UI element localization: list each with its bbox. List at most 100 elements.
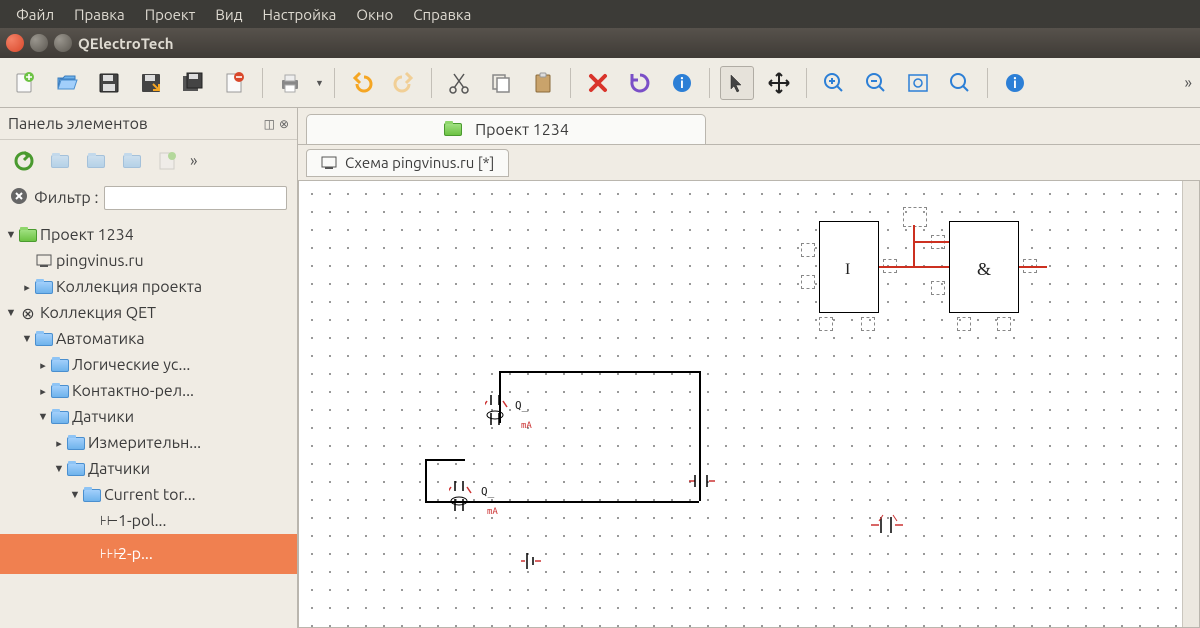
close-button[interactable] — [218, 66, 252, 100]
filter-input[interactable] — [104, 186, 287, 210]
delete-button[interactable] — [581, 66, 615, 100]
undo-button[interactable] — [345, 66, 379, 100]
menu-view[interactable]: Вид — [205, 2, 252, 27]
scrollbar-thumb[interactable] — [1185, 201, 1197, 281]
rotate-button[interactable] — [623, 66, 657, 100]
new-button[interactable] — [8, 66, 42, 100]
menu-window[interactable]: Окно — [346, 2, 403, 27]
tree-sensors2[interactable]: Датчики — [88, 460, 150, 478]
canvas[interactable]: I & — [298, 180, 1200, 628]
new-folder-button[interactable] — [46, 147, 74, 175]
separator — [570, 68, 571, 98]
menu-settings[interactable]: Настройка — [253, 2, 347, 27]
sensor-label: Q_ — [515, 399, 528, 412]
tree-project[interactable]: Проект 1234 — [40, 226, 134, 244]
tree-item1[interactable]: 1-pol... — [118, 512, 166, 530]
menu-project[interactable]: Проект — [135, 2, 206, 27]
menu-help[interactable]: Справка — [403, 2, 481, 27]
paste-button[interactable] — [526, 66, 560, 100]
wire[interactable] — [499, 371, 699, 373]
svg-text:i: i — [680, 75, 684, 91]
tree-current[interactable]: Current tor... — [104, 486, 196, 504]
menubar: Файл Правка Проект Вид Настройка Окно Сп… — [0, 0, 1200, 28]
tree-pingvinus[interactable]: pingvinus.ru — [56, 252, 144, 270]
print-dropdown-icon[interactable]: ▼ — [315, 78, 324, 88]
sensor-label: Q_ — [481, 485, 494, 498]
svg-text:i: i — [1013, 75, 1017, 91]
element-icon: ⊦⊢ — [100, 514, 118, 529]
wire[interactable] — [425, 459, 427, 501]
terminal-element[interactable] — [687, 471, 717, 495]
wire[interactable] — [913, 241, 949, 243]
sensor-unit: mA — [521, 421, 532, 431]
save-all-button[interactable] — [176, 66, 210, 100]
zoom-fit-button[interactable] — [901, 66, 935, 100]
save-as-button[interactable] — [134, 66, 168, 100]
terminal[interactable] — [997, 317, 1011, 331]
cut-button[interactable] — [442, 66, 476, 100]
terminal[interactable] — [801, 243, 815, 257]
redo-button[interactable] — [387, 66, 421, 100]
tree-contact[interactable]: Контактно-рел... — [72, 382, 194, 400]
edit-folder-button[interactable] — [82, 147, 110, 175]
tree-measure[interactable]: Измерительн... — [88, 434, 201, 452]
terminal[interactable] — [861, 317, 875, 331]
zoom-in-button[interactable] — [817, 66, 851, 100]
toolbar-overflow-icon[interactable]: » — [1184, 74, 1192, 92]
tree-proj-collection[interactable]: Коллекция проекта — [56, 278, 202, 296]
schema-tab-label: Схема pingvinus.ru [*] — [345, 154, 494, 171]
reload-button[interactable] — [10, 147, 38, 175]
copy-button[interactable] — [484, 66, 518, 100]
schema-tab[interactable]: Схема pingvinus.ru [*] — [306, 149, 509, 177]
terminal[interactable] — [819, 317, 833, 331]
window-maximize-icon[interactable] — [54, 34, 72, 52]
main-toolbar: ▼ i i » — [0, 58, 1200, 108]
terminal[interactable] — [957, 317, 971, 331]
terminal[interactable] — [903, 207, 927, 227]
zoom-out-button[interactable] — [859, 66, 893, 100]
element-icon: ⊦⊦⊢ — [100, 547, 118, 562]
schema-icon — [321, 156, 337, 170]
clear-filter-icon[interactable] — [10, 187, 28, 209]
panel-close-icon[interactable]: ⊗ — [279, 117, 289, 131]
sensor-unit: mA — [487, 507, 498, 517]
save-button[interactable] — [92, 66, 126, 100]
window-minimize-icon[interactable] — [30, 34, 48, 52]
tree-logic[interactable]: Логические ус... — [72, 356, 190, 374]
titlebar: QElectroTech — [0, 28, 1200, 58]
separator — [334, 68, 335, 98]
elements-panel: Панель элементов ◫ ⊗ » Фильтр : ▼Проект … — [0, 108, 298, 628]
terminal[interactable] — [931, 281, 945, 295]
open-button[interactable] — [50, 66, 84, 100]
terminal[interactable] — [801, 275, 815, 289]
wire[interactable] — [1019, 266, 1047, 268]
zoom-reset-button[interactable] — [943, 66, 977, 100]
elements-tree[interactable]: ▼Проект 1234 pingvinus.ru ▸Коллекция про… — [0, 218, 297, 628]
info-button[interactable]: i — [665, 66, 699, 100]
menu-file[interactable]: Файл — [6, 2, 64, 27]
panel-detach-icon[interactable]: ◫ — [264, 117, 275, 131]
delete-folder-button[interactable] — [118, 147, 146, 175]
separator — [806, 68, 807, 98]
sidetools-overflow-icon[interactable]: » — [190, 152, 198, 170]
tree-qet-collection[interactable]: Коллекция QET — [40, 304, 156, 322]
tree-sensors[interactable]: Датчики — [72, 408, 134, 426]
project-tab[interactable]: Проект 1234 — [306, 114, 706, 144]
tree-item2[interactable]: 2-p... — [118, 545, 153, 563]
tree-automation[interactable]: Автоматика — [56, 330, 145, 348]
terminal-element[interactable] — [519, 551, 549, 575]
menu-edit[interactable]: Правка — [64, 2, 135, 27]
terminal-element[interactable] — [869, 513, 905, 541]
new-element-button[interactable] — [154, 147, 182, 175]
window-close-icon[interactable] — [6, 34, 24, 52]
wire[interactable] — [425, 459, 465, 461]
app-title: QElectroTech — [78, 35, 174, 52]
separator — [709, 68, 710, 98]
pointer-button[interactable] — [720, 66, 754, 100]
block-label: I — [845, 261, 850, 279]
print-button[interactable] — [273, 66, 307, 100]
separator — [431, 68, 432, 98]
move-button[interactable] — [762, 66, 796, 100]
wire[interactable] — [913, 225, 915, 267]
about-button[interactable]: i — [998, 66, 1032, 100]
